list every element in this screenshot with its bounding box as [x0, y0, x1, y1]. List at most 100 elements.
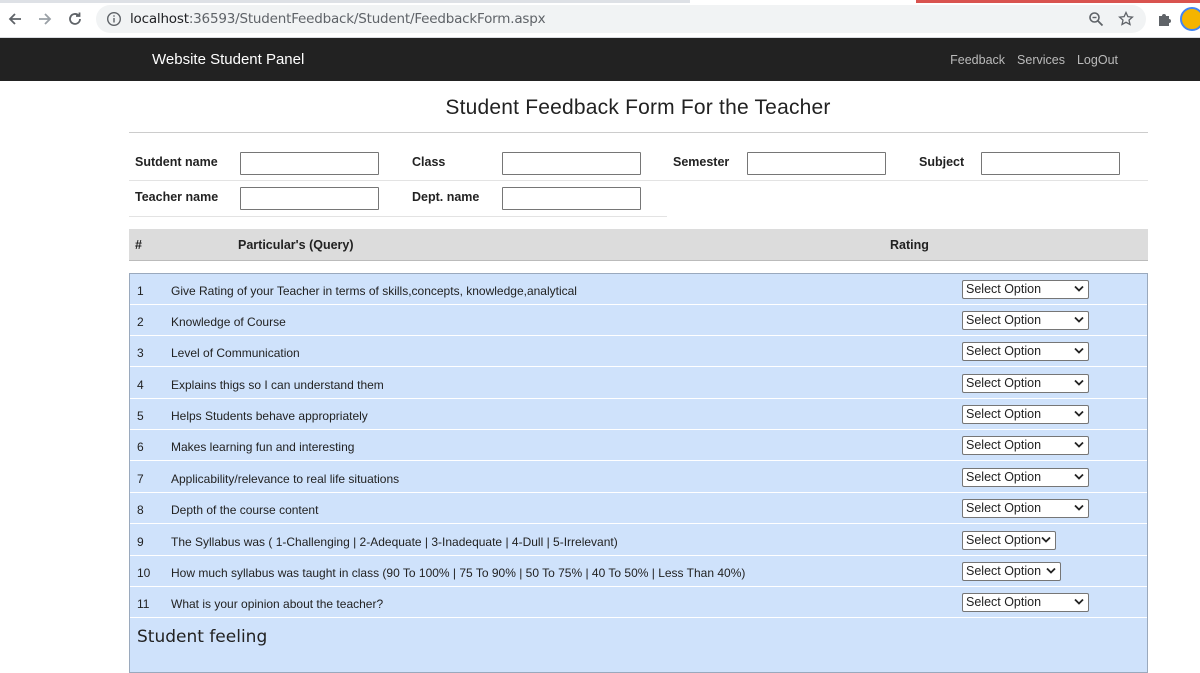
- row-number: 5: [137, 409, 144, 423]
- class-label: Class: [412, 155, 446, 169]
- url-path: :36593/StudentFeedback/Student/FeedbackF…: [188, 11, 546, 27]
- chevron-down-icon: [1074, 504, 1084, 511]
- row-query: Applicability/relevance to real life sit…: [171, 472, 400, 486]
- browser-toolbar: localhost:36593/StudentFeedback/Student/…: [0, 0, 1200, 38]
- query-table: 1 Give Rating of your Teacher in terms o…: [129, 273, 1148, 673]
- row-number: 6: [137, 440, 144, 454]
- chevron-down-icon: [1074, 285, 1084, 292]
- semester-label: Semester: [673, 155, 730, 169]
- chevron-down-icon: [1074, 316, 1084, 323]
- extensions-puzzle-icon[interactable]: [1156, 10, 1174, 28]
- row-number: 2: [137, 315, 144, 329]
- rating-select-value: Select Option: [966, 282, 1042, 296]
- subject-label: Subject: [919, 155, 965, 169]
- rating-select[interactable]: Select Option: [962, 280, 1089, 299]
- reload-icon[interactable]: [64, 8, 86, 30]
- row-number: 9: [137, 535, 144, 549]
- tab-strip-edge-active: [916, 0, 1200, 3]
- nav-link-logout[interactable]: LogOut: [1077, 53, 1118, 67]
- student-feeling-heading: Student feeling: [137, 627, 268, 647]
- back-icon[interactable]: [4, 8, 26, 30]
- chevron-down-icon: [1074, 598, 1084, 605]
- row-number: 11: [137, 597, 150, 611]
- rating-select[interactable]: Select Option: [962, 468, 1089, 487]
- nav-link-services[interactable]: Services: [1017, 53, 1065, 67]
- title-divider: [129, 132, 1148, 133]
- row-query: Helps Students behave appropriately: [171, 409, 368, 423]
- chevron-down-icon: [1074, 441, 1084, 448]
- zoom-icon[interactable]: [1088, 11, 1104, 27]
- rating-select[interactable]: Select Option: [962, 311, 1089, 330]
- rating-select-value: Select Option: [966, 438, 1042, 452]
- rating-select-value: Select Option: [966, 533, 1042, 547]
- table-row: 5 Helps Students behave appropriately Se…: [130, 399, 1147, 430]
- subject-input[interactable]: [981, 152, 1120, 175]
- rating-select-value: Select Option: [966, 407, 1042, 421]
- rating-select-value: Select Option: [966, 313, 1042, 327]
- row-number: 10: [137, 566, 151, 580]
- row-number: 1: [137, 284, 144, 298]
- rating-select[interactable]: Select Option: [962, 562, 1061, 581]
- table-row: 2 Knowledge of Course Select Option: [130, 305, 1147, 336]
- chevron-down-icon: [1041, 536, 1051, 543]
- row-query: Give Rating of your Teacher in terms of …: [171, 284, 577, 298]
- row-query: The Syllabus was ( 1-Challenging | 2-Ade…: [171, 535, 618, 549]
- rating-select[interactable]: Select Option: [962, 531, 1056, 550]
- row-query: Depth of the course content: [171, 503, 319, 517]
- chevron-down-icon: [1046, 567, 1056, 574]
- brand-link[interactable]: Website Student Panel: [152, 51, 304, 68]
- student-name-label: Sutdent name: [135, 155, 218, 169]
- row-query: Explains thigs so I can understand them: [171, 378, 384, 392]
- row-number: 8: [137, 503, 144, 517]
- teacher-name-label: Teacher name: [135, 190, 219, 204]
- tab-strip-edge: [0, 0, 690, 3]
- address-url[interactable]: localhost:36593/StudentFeedback/Student/…: [130, 11, 546, 27]
- rating-select-value: Select Option: [966, 376, 1042, 390]
- semester-input[interactable]: [747, 152, 886, 175]
- column-header-query: Particular's (Query): [238, 238, 354, 252]
- table-row: 6 Makes learning fun and interesting Sel…: [130, 430, 1147, 461]
- row-query: Level of Communication: [171, 346, 300, 360]
- table-row: 4 Explains thigs so I can understand the…: [130, 368, 1147, 399]
- table-row: 9 The Syllabus was ( 1-Challenging | 2-A…: [130, 525, 1147, 556]
- rating-select[interactable]: Select Option: [962, 436, 1089, 455]
- chevron-down-icon: [1074, 410, 1084, 417]
- row-query: How much syllabus was taught in class (9…: [171, 566, 746, 580]
- student-name-input[interactable]: [240, 152, 379, 175]
- rating-select-value: Select Option: [966, 470, 1042, 484]
- chevron-down-icon: [1074, 473, 1084, 480]
- row-number: 4: [137, 378, 144, 392]
- rating-select[interactable]: Select Option: [962, 499, 1089, 518]
- teacher-name-input[interactable]: [240, 187, 379, 210]
- rating-select[interactable]: Select Option: [962, 342, 1089, 361]
- nav-link-feedback[interactable]: Feedback: [950, 53, 1005, 67]
- rating-select[interactable]: Select Option: [962, 593, 1089, 612]
- address-bar[interactable]: localhost:36593/StudentFeedback/Student/…: [96, 5, 1146, 33]
- info-icon[interactable]: [106, 11, 122, 27]
- rating-select-value: Select Option: [966, 564, 1042, 578]
- star-bookmark-icon[interactable]: [1118, 11, 1134, 27]
- column-header-number: #: [135, 238, 142, 252]
- chevron-down-icon: [1074, 379, 1084, 386]
- nav-links: Feedback Services LogOut: [950, 53, 1118, 67]
- rating-select[interactable]: Select Option: [962, 405, 1089, 424]
- class-input[interactable]: [502, 152, 641, 175]
- table-row: 11 What is your opinion about the teache…: [130, 587, 1147, 618]
- table-row: 1 Give Rating of your Teacher in terms o…: [130, 274, 1147, 305]
- table-row: 3 Level of Communication Select Option: [130, 336, 1147, 367]
- rating-select-value: Select Option: [966, 501, 1042, 515]
- url-host: localhost: [130, 11, 189, 27]
- profile-avatar[interactable]: [1180, 7, 1200, 31]
- chevron-down-icon: [1074, 347, 1084, 354]
- form-row-divider: [129, 216, 667, 217]
- rating-select[interactable]: Select Option: [962, 374, 1089, 393]
- table-header: # Particular's (Query) Rating: [129, 229, 1148, 261]
- page-title: Student Feedback Form For the Teacher: [445, 96, 831, 119]
- rating-select-value: Select Option: [966, 595, 1042, 609]
- dept-name-input[interactable]: [502, 187, 641, 210]
- column-header-rating: Rating: [890, 238, 929, 252]
- row-number: 3: [137, 346, 144, 360]
- forward-icon[interactable]: [34, 8, 56, 30]
- table-row: 8 Depth of the course content Select Opt…: [130, 493, 1147, 524]
- row-query: What is your opinion about the teacher?: [171, 597, 384, 611]
